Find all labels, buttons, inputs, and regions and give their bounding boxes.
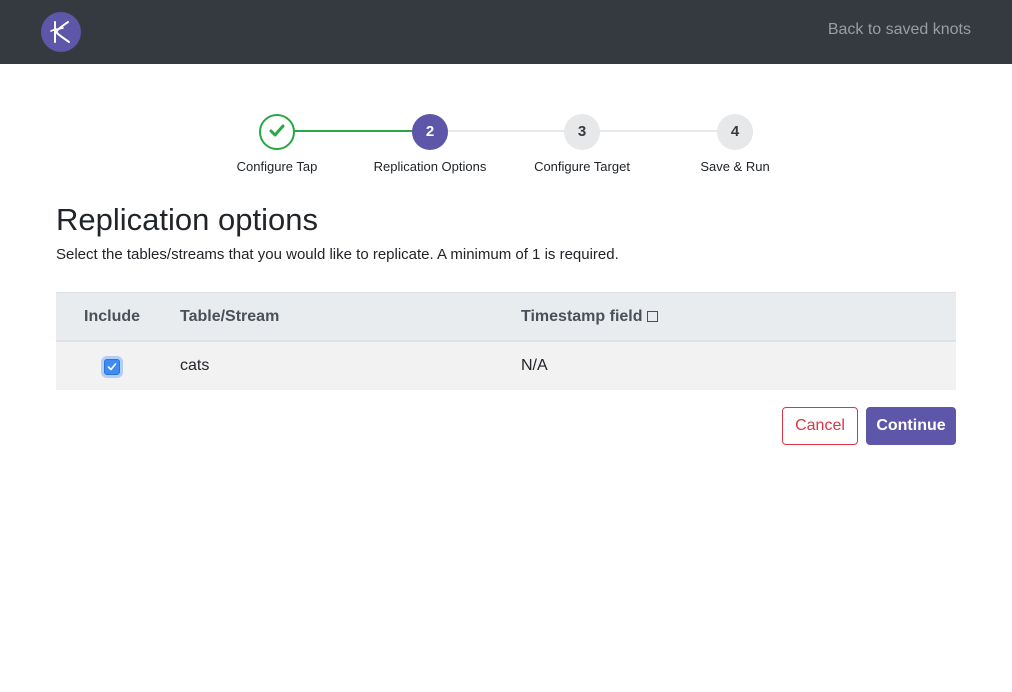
step-number: 4 <box>717 114 753 150</box>
step-connector-complete <box>277 130 430 132</box>
progress-stepper: Configure Tap 2 Replication Options 3 Co… <box>0 114 1012 184</box>
continue-button[interactable]: Continue <box>866 407 956 445</box>
table-row: cats N/A <box>56 342 956 390</box>
page-description: Select the tables/streams that you would… <box>56 246 619 263</box>
timestamp-value: N/A <box>521 357 548 374</box>
back-to-saved-knots-link[interactable]: Back to saved knots <box>828 21 971 39</box>
column-header-include: Include <box>84 308 141 325</box>
page-title: Replication options <box>56 202 318 237</box>
include-checkbox[interactable] <box>104 359 120 375</box>
step-label: Configure Tap <box>236 159 318 174</box>
step-connector <box>582 130 735 132</box>
step-number: 3 <box>564 114 600 150</box>
checkmark-icon <box>269 124 285 137</box>
step-connector <box>430 130 582 132</box>
column-header-timestamp-field: Timestamp field <box>521 308 658 326</box>
streams-table: Include Table/Stream Timestamp field cat… <box>56 292 956 390</box>
table-header: Include Table/Stream Timestamp field <box>56 292 956 342</box>
step-label: Replication Options <box>373 159 487 174</box>
column-header-label: Timestamp field <box>521 308 643 325</box>
top-navbar: Back to saved knots <box>0 0 1012 64</box>
step-label: Configure Target <box>534 159 630 174</box>
stream-name: cats <box>180 357 210 374</box>
cancel-button[interactable]: Cancel <box>782 407 858 445</box>
info-icon[interactable] <box>646 311 658 322</box>
step-number: 2 <box>412 114 448 150</box>
knot-logo-icon[interactable] <box>41 12 81 52</box>
step-label: Save & Run <box>700 159 770 174</box>
column-header-table-stream: Table/Stream <box>180 308 280 325</box>
step-1-complete-circle <box>259 114 295 150</box>
checkmark-icon <box>107 363 117 371</box>
